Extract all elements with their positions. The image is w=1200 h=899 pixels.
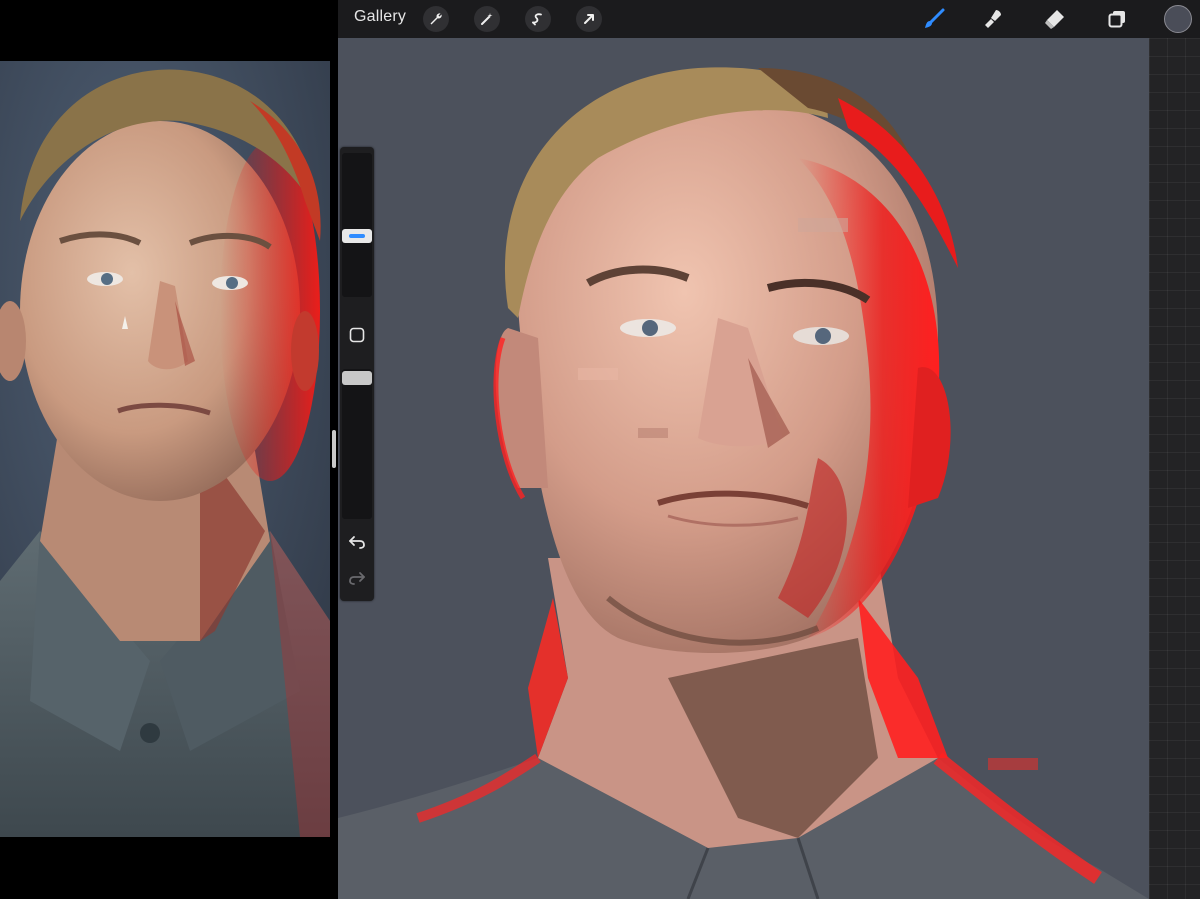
redo-button[interactable]: [347, 569, 367, 587]
actions-button[interactable]: [423, 6, 449, 32]
eraser-icon: [1045, 10, 1064, 29]
layers-icon: [1108, 11, 1125, 28]
drawing-app: Gallery: [338, 0, 1200, 899]
eraser-tool-button[interactable]: [1041, 6, 1069, 32]
color-picker-button[interactable]: [1164, 5, 1192, 33]
reference-photo: [0, 61, 330, 837]
drawing-canvas[interactable]: [338, 38, 1149, 899]
transform-arrow-icon: [584, 14, 594, 24]
transform-button[interactable]: [576, 6, 602, 32]
opacity-slider[interactable]: [342, 369, 372, 519]
brush-icon: [925, 8, 945, 28]
selection-button[interactable]: [525, 6, 551, 32]
wrench-icon: [430, 13, 442, 25]
square-icon: [349, 327, 365, 343]
top-toolbar: Gallery: [338, 0, 1200, 38]
paint-tool-button[interactable]: [920, 6, 948, 32]
split-view-handle[interactable]: [332, 430, 336, 468]
layers-button[interactable]: [1103, 6, 1131, 32]
brush-sidebar: [340, 147, 374, 601]
opacity-thumb[interactable]: [342, 371, 372, 385]
brush-size-thumb[interactable]: [342, 229, 372, 243]
modify-button[interactable]: [349, 327, 365, 343]
redo-arrow-icon: [349, 572, 365, 585]
gallery-button[interactable]: Gallery: [354, 8, 406, 26]
smudge-icon: [985, 10, 1001, 28]
undo-button[interactable]: [347, 533, 367, 551]
magic-wand-icon: [481, 13, 493, 25]
brush-size-indicator: [349, 234, 365, 238]
reference-image-panel: [0, 0, 330, 899]
brush-size-slider[interactable]: [342, 153, 372, 297]
adjustments-button[interactable]: [474, 6, 500, 32]
selection-icon: [532, 13, 542, 26]
smudge-tool-button[interactable]: [980, 6, 1008, 32]
canvas-border-grid: [1149, 38, 1200, 899]
undo-arrow-icon: [349, 536, 365, 549]
